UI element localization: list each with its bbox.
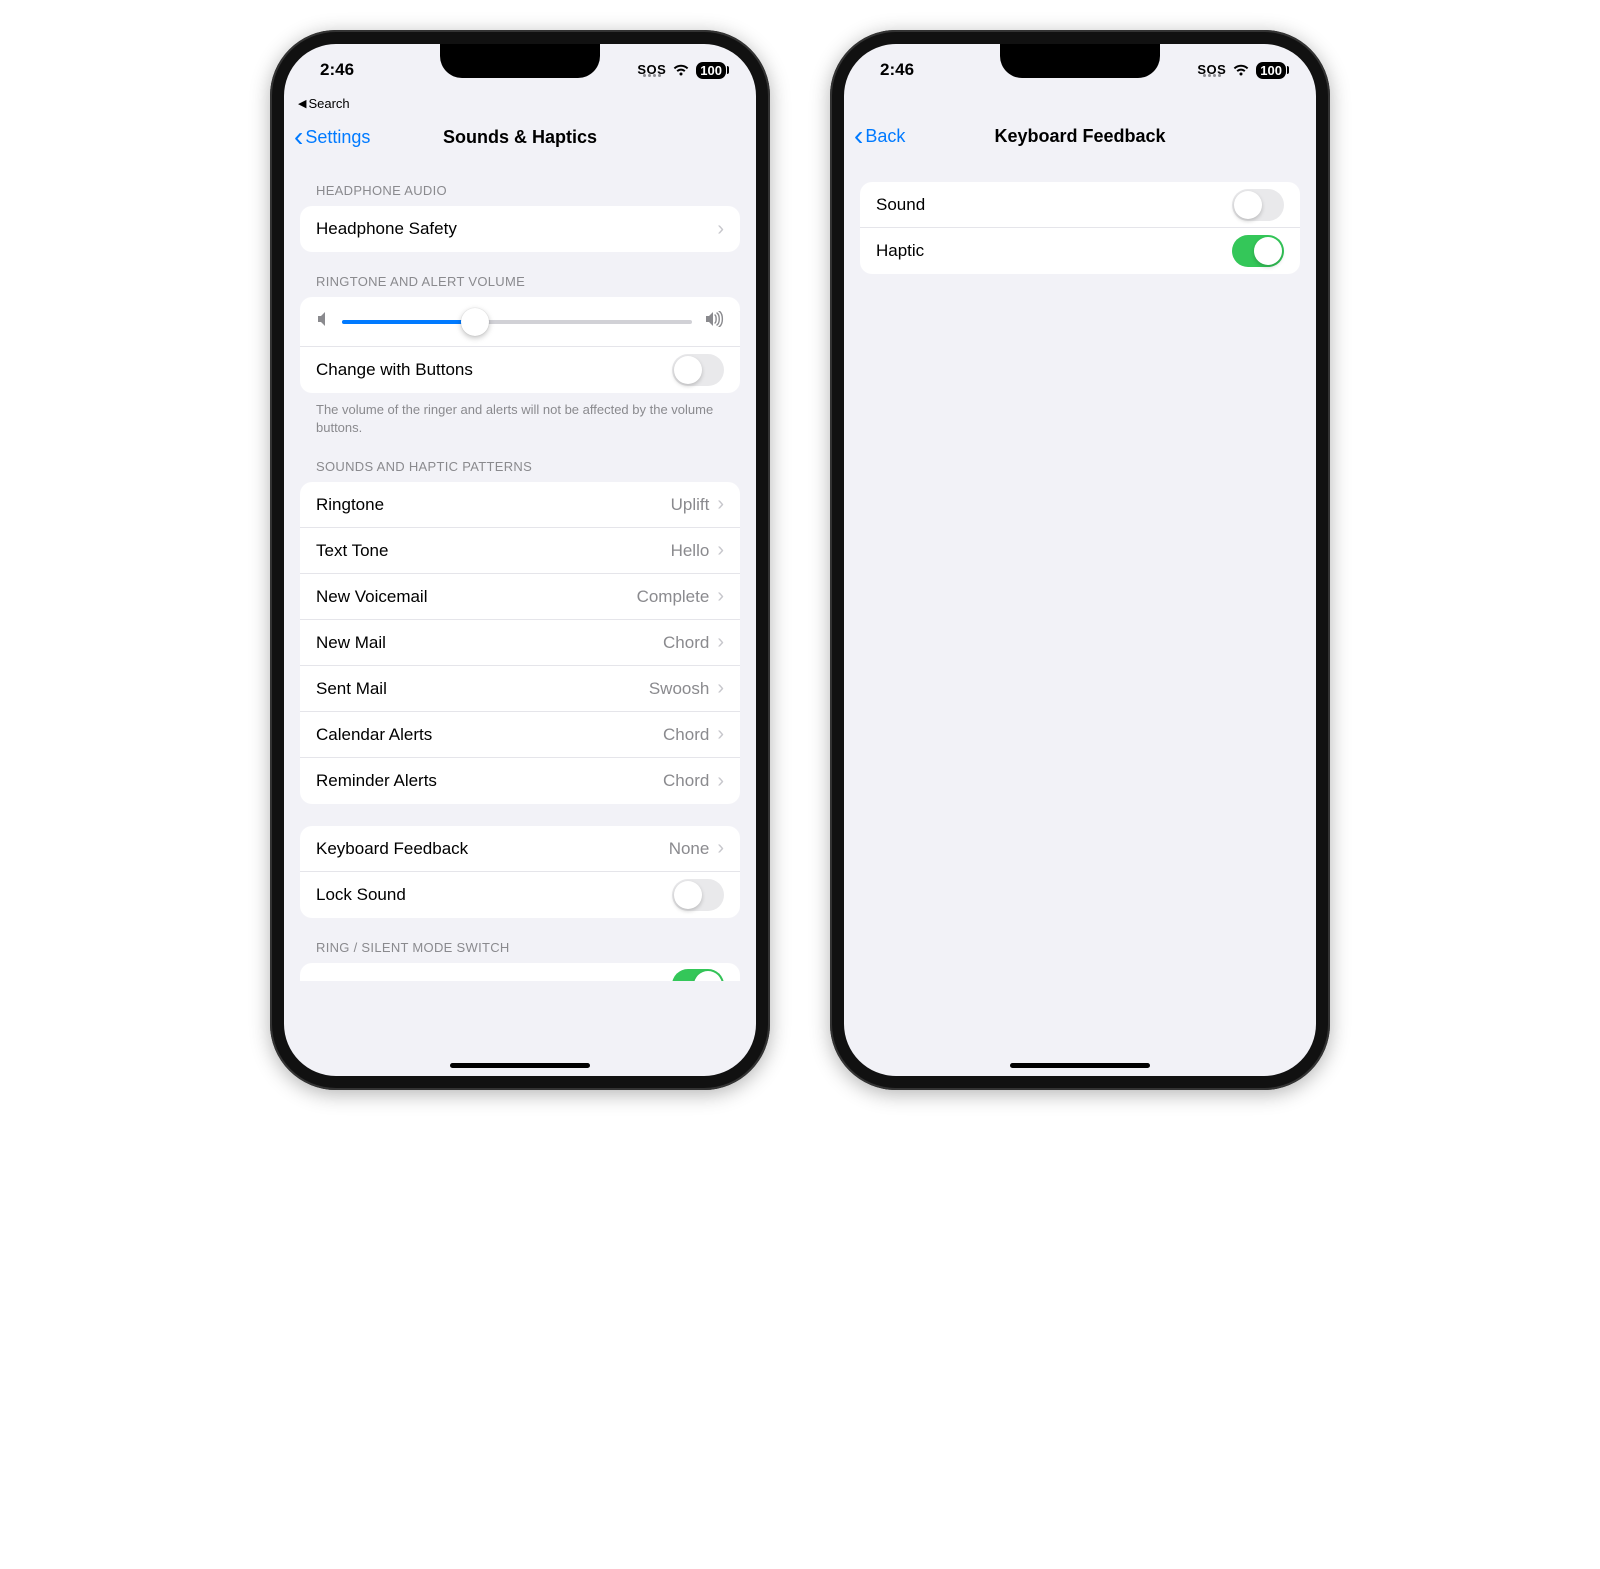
row-value: Complete <box>637 587 710 607</box>
row-label: Sent Mail <box>316 679 649 699</box>
wifi-icon <box>672 63 690 77</box>
chevron-right-icon: › <box>717 539 724 562</box>
chevron-right-icon: › <box>717 770 724 793</box>
notch <box>1000 44 1160 78</box>
settings-content[interactable]: HEADPHONE AUDIO Headphone Safety › RINGT… <box>284 161 756 1076</box>
volume-footer: The volume of the ringer and alerts will… <box>300 393 740 437</box>
row-headphone-safety[interactable]: Headphone Safety › <box>300 206 740 252</box>
nav-bar: ‹ Settings Sounds & Haptics <box>284 113 756 161</box>
screen: 2:46 SOS 100 ◀ Search ‹ Settings Sounds <box>284 44 756 1076</box>
wifi-icon <box>1232 63 1250 77</box>
chevron-right-icon: › <box>717 493 724 516</box>
row-sent-mail[interactable]: Sent MailSwoosh › <box>300 666 740 712</box>
sos-indicator: SOS <box>637 63 666 77</box>
chevron-right-icon: › <box>717 677 724 700</box>
status-time: 2:46 <box>880 60 914 80</box>
battery-indicator: 100 <box>1256 62 1286 79</box>
nav-back-button[interactable]: ‹ Settings <box>294 123 370 151</box>
chevron-right-icon: › <box>717 585 724 608</box>
battery-indicator: 100 <box>696 62 726 79</box>
home-indicator[interactable] <box>450 1063 590 1068</box>
row-haptic: Haptic <box>860 228 1300 274</box>
toggle-haptic[interactable] <box>1232 235 1284 267</box>
toggle-change-buttons[interactable] <box>672 354 724 386</box>
chevron-right-icon: › <box>717 631 724 654</box>
row-value: Chord <box>663 771 709 791</box>
back-triangle-icon: ◀ <box>298 97 306 110</box>
section-header-volume: RINGTONE AND ALERT VOLUME <box>300 252 740 297</box>
row-label: Sound <box>876 195 1232 215</box>
toggle-ring-silent[interactable] <box>672 969 724 981</box>
row-new-mail[interactable]: New MailChord › <box>300 620 740 666</box>
row-label: New Voicemail <box>316 587 637 607</box>
volume-high-icon <box>704 311 724 332</box>
chevron-right-icon: › <box>717 723 724 746</box>
row-reminder-alerts[interactable]: Reminder AlertsChord › <box>300 758 740 804</box>
row-ringtone[interactable]: RingtoneUplift › <box>300 482 740 528</box>
notch <box>440 44 600 78</box>
row-new-voicemail[interactable]: New VoicemailComplete › <box>300 574 740 620</box>
row-label: Haptic <box>876 241 1232 261</box>
nav-title: Keyboard Feedback <box>844 126 1316 147</box>
volume-slider[interactable] <box>342 320 692 324</box>
home-indicator[interactable] <box>1010 1063 1150 1068</box>
section-header-ring-switch: RING / SILENT MODE SWITCH <box>300 918 740 963</box>
row-text-tone[interactable]: Text ToneHello › <box>300 528 740 574</box>
slider-thumb[interactable] <box>461 308 489 336</box>
row-label: Ringtone <box>316 495 671 515</box>
chevron-left-icon: ‹ <box>294 123 303 151</box>
row-value: Hello <box>671 541 710 561</box>
chevron-right-icon: › <box>717 218 724 241</box>
row-change-buttons: Change with Buttons <box>300 347 740 393</box>
phone-left: 2:46 SOS 100 ◀ Search ‹ Settings Sounds <box>270 30 770 1090</box>
nav-back-button[interactable]: ‹ Back <box>854 122 905 150</box>
row-value: Swoosh <box>649 679 709 699</box>
sos-indicator: SOS <box>1197 63 1226 77</box>
row-label: Text Tone <box>316 541 671 561</box>
breadcrumb[interactable]: ◀ Search <box>284 96 756 113</box>
volume-slider-row <box>300 297 740 347</box>
chevron-right-icon: › <box>717 837 724 860</box>
phone-right: 2:46 SOS 100 ‹ Back Keyboard Feedback <box>830 30 1330 1090</box>
row-lock-sound: Lock Sound <box>300 872 740 918</box>
settings-content[interactable]: Sound Haptic <box>844 160 1316 1076</box>
row-value: Chord <box>663 725 709 745</box>
chevron-left-icon: ‹ <box>854 122 863 150</box>
row-calendar-alerts[interactable]: Calendar AlertsChord › <box>300 712 740 758</box>
row-label: Calendar Alerts <box>316 725 663 745</box>
toggle-lock-sound[interactable] <box>672 879 724 911</box>
toggle-sound[interactable] <box>1232 189 1284 221</box>
row-keyboard-feedback[interactable]: Keyboard Feedback None › <box>300 826 740 872</box>
row-sound: Sound <box>860 182 1300 228</box>
volume-low-icon <box>316 311 330 332</box>
section-header-patterns: SOUNDS AND HAPTIC PATTERNS <box>300 437 740 482</box>
nav-bar: ‹ Back Keyboard Feedback <box>844 112 1316 160</box>
row-value: Uplift <box>671 495 710 515</box>
section-header-headphone: HEADPHONE AUDIO <box>300 161 740 206</box>
row-label: Reminder Alerts <box>316 771 663 791</box>
status-time: 2:46 <box>320 60 354 80</box>
screen: 2:46 SOS 100 ‹ Back Keyboard Feedback <box>844 44 1316 1076</box>
row-ring-silent-peek <box>300 963 740 981</box>
row-value: Chord <box>663 633 709 653</box>
row-label: New Mail <box>316 633 663 653</box>
